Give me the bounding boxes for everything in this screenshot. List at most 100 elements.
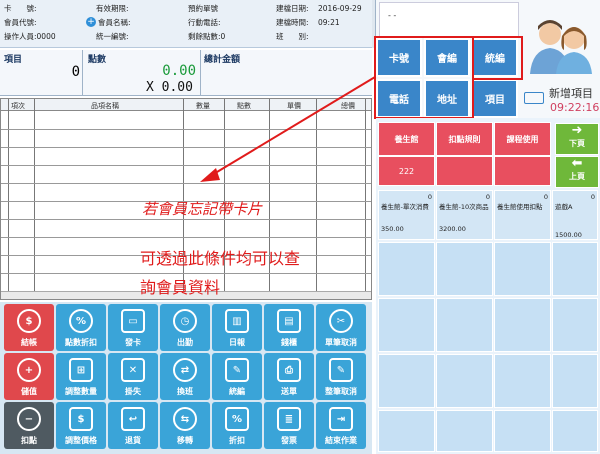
empty-slot[interactable] [436,354,493,408]
empty-slot[interactable] [436,242,493,296]
clock-icon: ◷ [173,309,197,333]
item-key[interactable]: 項目 [472,79,518,118]
transfer-icon: ⇆ [173,407,197,431]
tab-course-usage[interactable]: 課程使用 [494,122,551,156]
annotation-line3: 詢會員資料 [140,278,221,297]
wellness-value[interactable]: 222 [378,156,435,186]
discount-button[interactable]: % 折扣 [212,402,262,449]
empty-cell [494,156,551,186]
tab-deduct-rules[interactable]: 扣點規則 [436,122,493,156]
annotation-line2: 可透過此條件均可以查 [140,249,301,268]
swap-icon: ⇄ [173,358,197,382]
deduct-points-button[interactable]: − 扣點 [4,402,54,449]
empty-slot[interactable] [552,410,598,452]
empty-slot[interactable] [378,354,435,408]
next-page-button[interactable]: ➜ 下頁 [555,123,599,155]
empty-cell [436,156,493,186]
adjust-price-label: 調整價格 [65,436,97,445]
issue-card-label: 發卡 [125,338,141,347]
issue-card-button[interactable]: ▭ 發卡 [108,304,158,351]
points-discount-button[interactable]: % 點數折扣 [56,304,106,351]
empty-slot[interactable] [436,298,493,352]
product-card[interactable]: 0 遊戲A 1500.00 [552,190,598,240]
end-job-button[interactable]: ⇥ 結束作業 [316,402,366,449]
highlight-box [472,36,523,80]
empty-slot[interactable] [378,410,435,452]
prev-page-button[interactable]: ⬅ 上頁 [555,156,599,188]
arrow-right-icon: ➜ [571,123,583,138]
lost-card-icon: ✕ [121,358,145,382]
transfer-button[interactable]: ⇆ 移轉 [160,402,210,449]
product-flag: 0 [485,193,490,201]
adjust-qty-icon: ⊞ [69,358,93,382]
product-flag: 0 [590,193,595,201]
exchange-button[interactable]: ⇄ 換班 [160,353,210,400]
cancel-whole-button[interactable]: ✎ 整筆取消 [316,353,366,400]
empty-slot[interactable] [494,354,551,408]
invoice-button[interactable]: ≣ 發票 [264,402,314,449]
unified-no-label: 統編 [229,387,245,396]
discount-label: 折扣 [229,436,245,445]
send-order-button[interactable]: ⎙ 送單 [264,353,314,400]
pos-app: 卡 號: 有效期限: 預約單號 建檔日期: 2016-09-29 會員代號: +… [0,0,600,454]
empty-slot[interactable] [494,298,551,352]
clock-out-button[interactable]: ◷ 出勤 [160,304,210,351]
card-icon: ▭ [121,309,145,333]
product-card[interactable]: 0 養生館-10次商品 3200.00 [436,190,493,240]
next-page-label: 下頁 [569,139,585,148]
function-buttons: $ 結帳 % 點數折扣 ▭ 發卡 ◷ 出勤 ▥ 日報 ▤ 錢櫃 ✂ 單筆取消 + 儲值 ⊞ 調整數… [0,302,372,454]
cancel-item-button[interactable]: ✂ 單筆取消 [316,304,366,351]
empty-slot[interactable] [552,298,598,352]
cash-drawer-button[interactable]: ▤ 錢櫃 [264,304,314,351]
highlight-box [374,36,474,119]
report-lost-button[interactable]: ✕ 掛失 [108,353,158,400]
product-name: 養生館-單次消費 [381,203,429,211]
prev-page-label: 上頁 [569,172,585,181]
unified-no-button[interactable]: ✎ 統編 [212,353,262,400]
edit-icon: ✎ [225,358,249,382]
cash-drawer-label: 錢櫃 [281,338,297,347]
plus-icon: + [17,358,41,382]
daily-report-button[interactable]: ▥ 日報 [212,304,262,351]
scissors-icon: ✂ [329,309,353,333]
clock-display: 09:22:16 [550,101,600,114]
new-item-label[interactable]: 新增項目 [549,85,593,101]
empty-slot[interactable] [494,242,551,296]
product-price: 1500.00 [555,231,582,239]
product-card[interactable]: 0 養生館-單次消費 350.00 [378,190,435,240]
points-discount-label: 點數折扣 [65,338,97,347]
product-price: 3200.00 [439,225,466,233]
transfer-label: 移轉 [177,436,193,445]
percent-icon: % [69,309,93,333]
report-lost-label: 掛失 [125,387,141,396]
empty-slot[interactable] [436,410,493,452]
adjust-qty-button[interactable]: ⊞ 調整數量 [56,353,106,400]
receipt-icon: ≣ [277,407,301,431]
exchange-label: 換班 [177,387,193,396]
product-flag: 0 [543,193,548,201]
empty-slot[interactable] [552,242,598,296]
adjust-price-button[interactable]: $ 調整價格 [56,402,106,449]
checkout-button[interactable]: $ 結帳 [4,304,54,351]
drawer-icon: ▤ [277,309,301,333]
display-value: - - [388,11,397,20]
empty-slot[interactable] [552,354,598,408]
invoice-label: 發票 [281,436,297,445]
exit-icon: ⇥ [329,407,353,431]
checkout-label: 結帳 [21,338,37,347]
keyboard-icon[interactable] [524,92,544,104]
empty-slot[interactable] [494,410,551,452]
arrow-left-icon: ⬅ [571,156,583,171]
empty-slot[interactable] [378,298,435,352]
tab-wellness[interactable]: 養生館 [378,122,435,156]
cancel-item-label: 單筆取消 [325,338,357,347]
cancel-doc-icon: ✎ [329,358,353,382]
deduct-points-label: 扣點 [21,436,37,445]
product-name: 養生館使用扣點 [497,203,543,211]
daily-report-label: 日報 [229,338,245,347]
topup-button[interactable]: + 儲值 [4,353,54,400]
empty-slot[interactable] [378,242,435,296]
product-flag: 0 [427,193,432,201]
return-goods-button[interactable]: ↩ 退貨 [108,402,158,449]
product-card[interactable]: 0 養生館使用扣點 [494,190,551,240]
